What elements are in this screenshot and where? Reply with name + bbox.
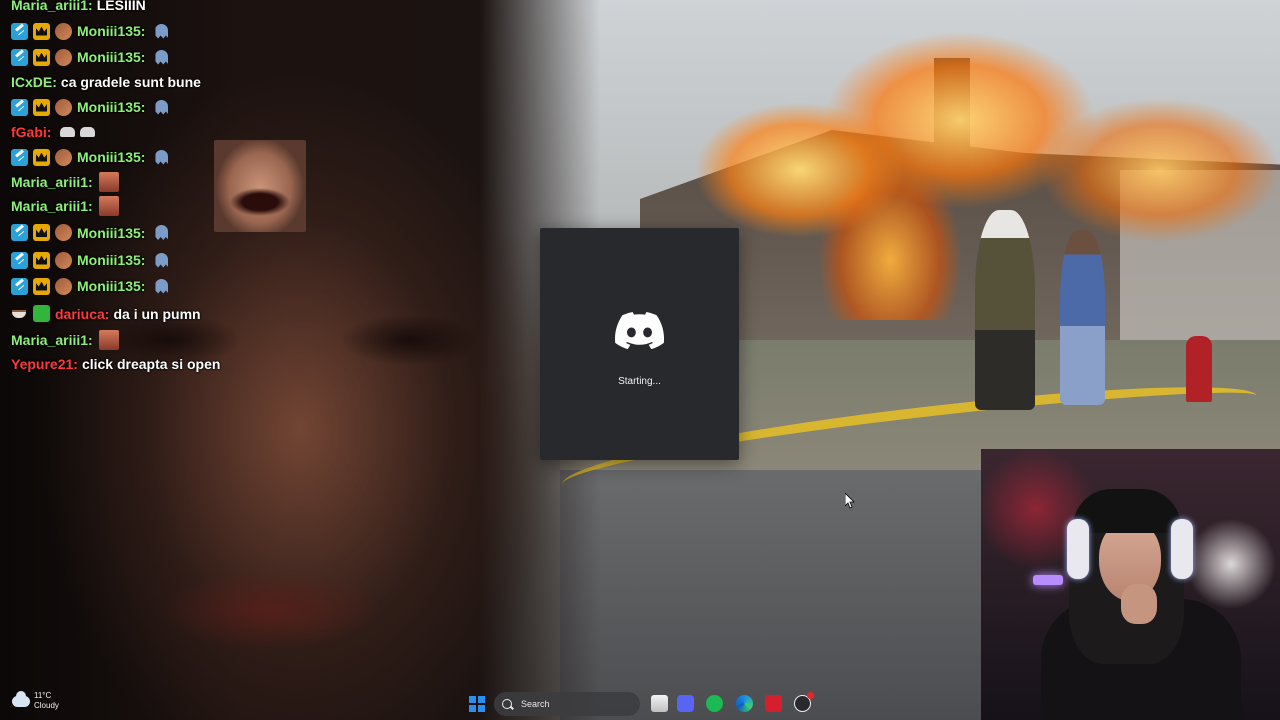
face-emote-icon [98,172,119,192]
emote-badge-icon [55,98,72,116]
emote-icon [60,127,76,137]
chat-username: Maria_ariii1: [11,332,93,348]
face-emote-icon [98,196,119,216]
chat-username: Maria_ariii1: [11,198,93,214]
weather-widget[interactable]: 11°C Cloudy [12,690,59,711]
ghost-emote-icon [153,252,170,269]
search-label: Search [521,699,550,709]
moderator-badge-icon [11,98,28,116]
cloud-icon [12,690,30,707]
moderator-badge-icon [11,251,28,269]
chat-username: Moniii135: [77,23,146,39]
ghost-emote-icon [153,23,170,40]
emote-badge-icon [55,277,72,295]
ghost-emote-icon [153,49,170,66]
discord-logo-icon [615,312,664,349]
emote-icon [80,127,96,137]
chat-username: Maria_ariii1: [11,0,93,13]
chat-username: Moniii135: [77,224,146,241]
edge-icon[interactable] [736,695,753,712]
crown-badge-icon [33,148,50,166]
chat-text: ca gradele sunt bune [60,74,201,90]
chat-username: Moniii135: [77,149,146,165]
search-icon [502,699,512,709]
chat-message: dariuca: da i un pumn [0,299,330,328]
crown-badge-icon [33,224,50,241]
file-explorer-icon[interactable] [651,695,668,712]
crown-badge-icon [33,22,50,40]
chat-message: Maria_ariii1: [0,328,330,352]
chat-message: Moniii135: [0,247,330,273]
green-badge-icon [33,305,50,322]
red-app-icon[interactable] [765,695,782,712]
chat-message: Moniii135: [0,44,330,70]
discord-splash-window: Starting... [540,228,739,460]
emote-badge-icon [55,224,72,241]
weather-temperature: 11°C [34,691,52,700]
mouse-cursor-icon [845,493,855,509]
chat-username: Moniii135: [77,278,146,294]
chat-username: Moniii135: [77,252,146,268]
crown-badge-icon [33,277,50,295]
chat-message: Yepure21: click dreapta si open [0,352,330,376]
crown-badge-icon [33,251,50,269]
face-emote-icon [98,330,119,350]
cup-badge-icon [11,305,28,322]
obs-icon[interactable] [794,692,814,712]
weather-condition: Cloudy [34,701,59,710]
ghost-emote-icon [153,278,170,295]
moderator-badge-icon [11,277,28,295]
chat-username: dariuca: [55,305,110,322]
discord-icon[interactable] [677,695,694,712]
emote-badge-icon [55,48,72,66]
moderator-badge-icon [11,22,28,40]
chat-text: da i un pumn [113,305,201,322]
chat-username: Moniii135: [77,99,146,115]
ghost-emote-icon [153,99,170,116]
moderator-badge-icon [11,224,28,241]
crown-badge-icon [33,48,50,66]
chat-username: ICxDE: [11,74,57,90]
splash-status-text: Starting... [618,376,661,387]
webcam-overlay [981,449,1280,720]
chat-username: Maria_ariii1: [11,174,93,190]
chat-text: LESIIIN [96,0,146,13]
large-face-emote [214,140,306,232]
emote-badge-icon [55,251,72,269]
spotify-icon[interactable] [706,695,723,712]
chat-message: Moniii135: [0,273,330,299]
ghost-emote-icon [153,224,170,241]
chat-text: click dreapta si open [81,356,221,372]
chat-message: Moniii135: [0,94,330,120]
windows-start-icon[interactable] [469,696,485,712]
ghost-emote-icon [153,149,170,166]
emote-badge-icon [55,22,72,40]
chat-username: Yepure21: [11,356,78,372]
chat-message: ICxDE: ca gradele sunt bune [0,70,330,94]
moderator-badge-icon [11,148,28,166]
chat-username: Moniii135: [77,49,146,65]
chat-username: fGabi: [11,124,52,140]
moderator-badge-icon [11,48,28,66]
chat-message: Maria_ariii1: LESIIIN [0,0,330,18]
taskbar-search[interactable]: Search [494,692,640,716]
crown-badge-icon [33,98,50,116]
chat-message: Moniii135: [0,18,330,44]
emote-badge-icon [55,148,72,166]
taskbar: 11°C Cloudy Search [0,688,1280,720]
